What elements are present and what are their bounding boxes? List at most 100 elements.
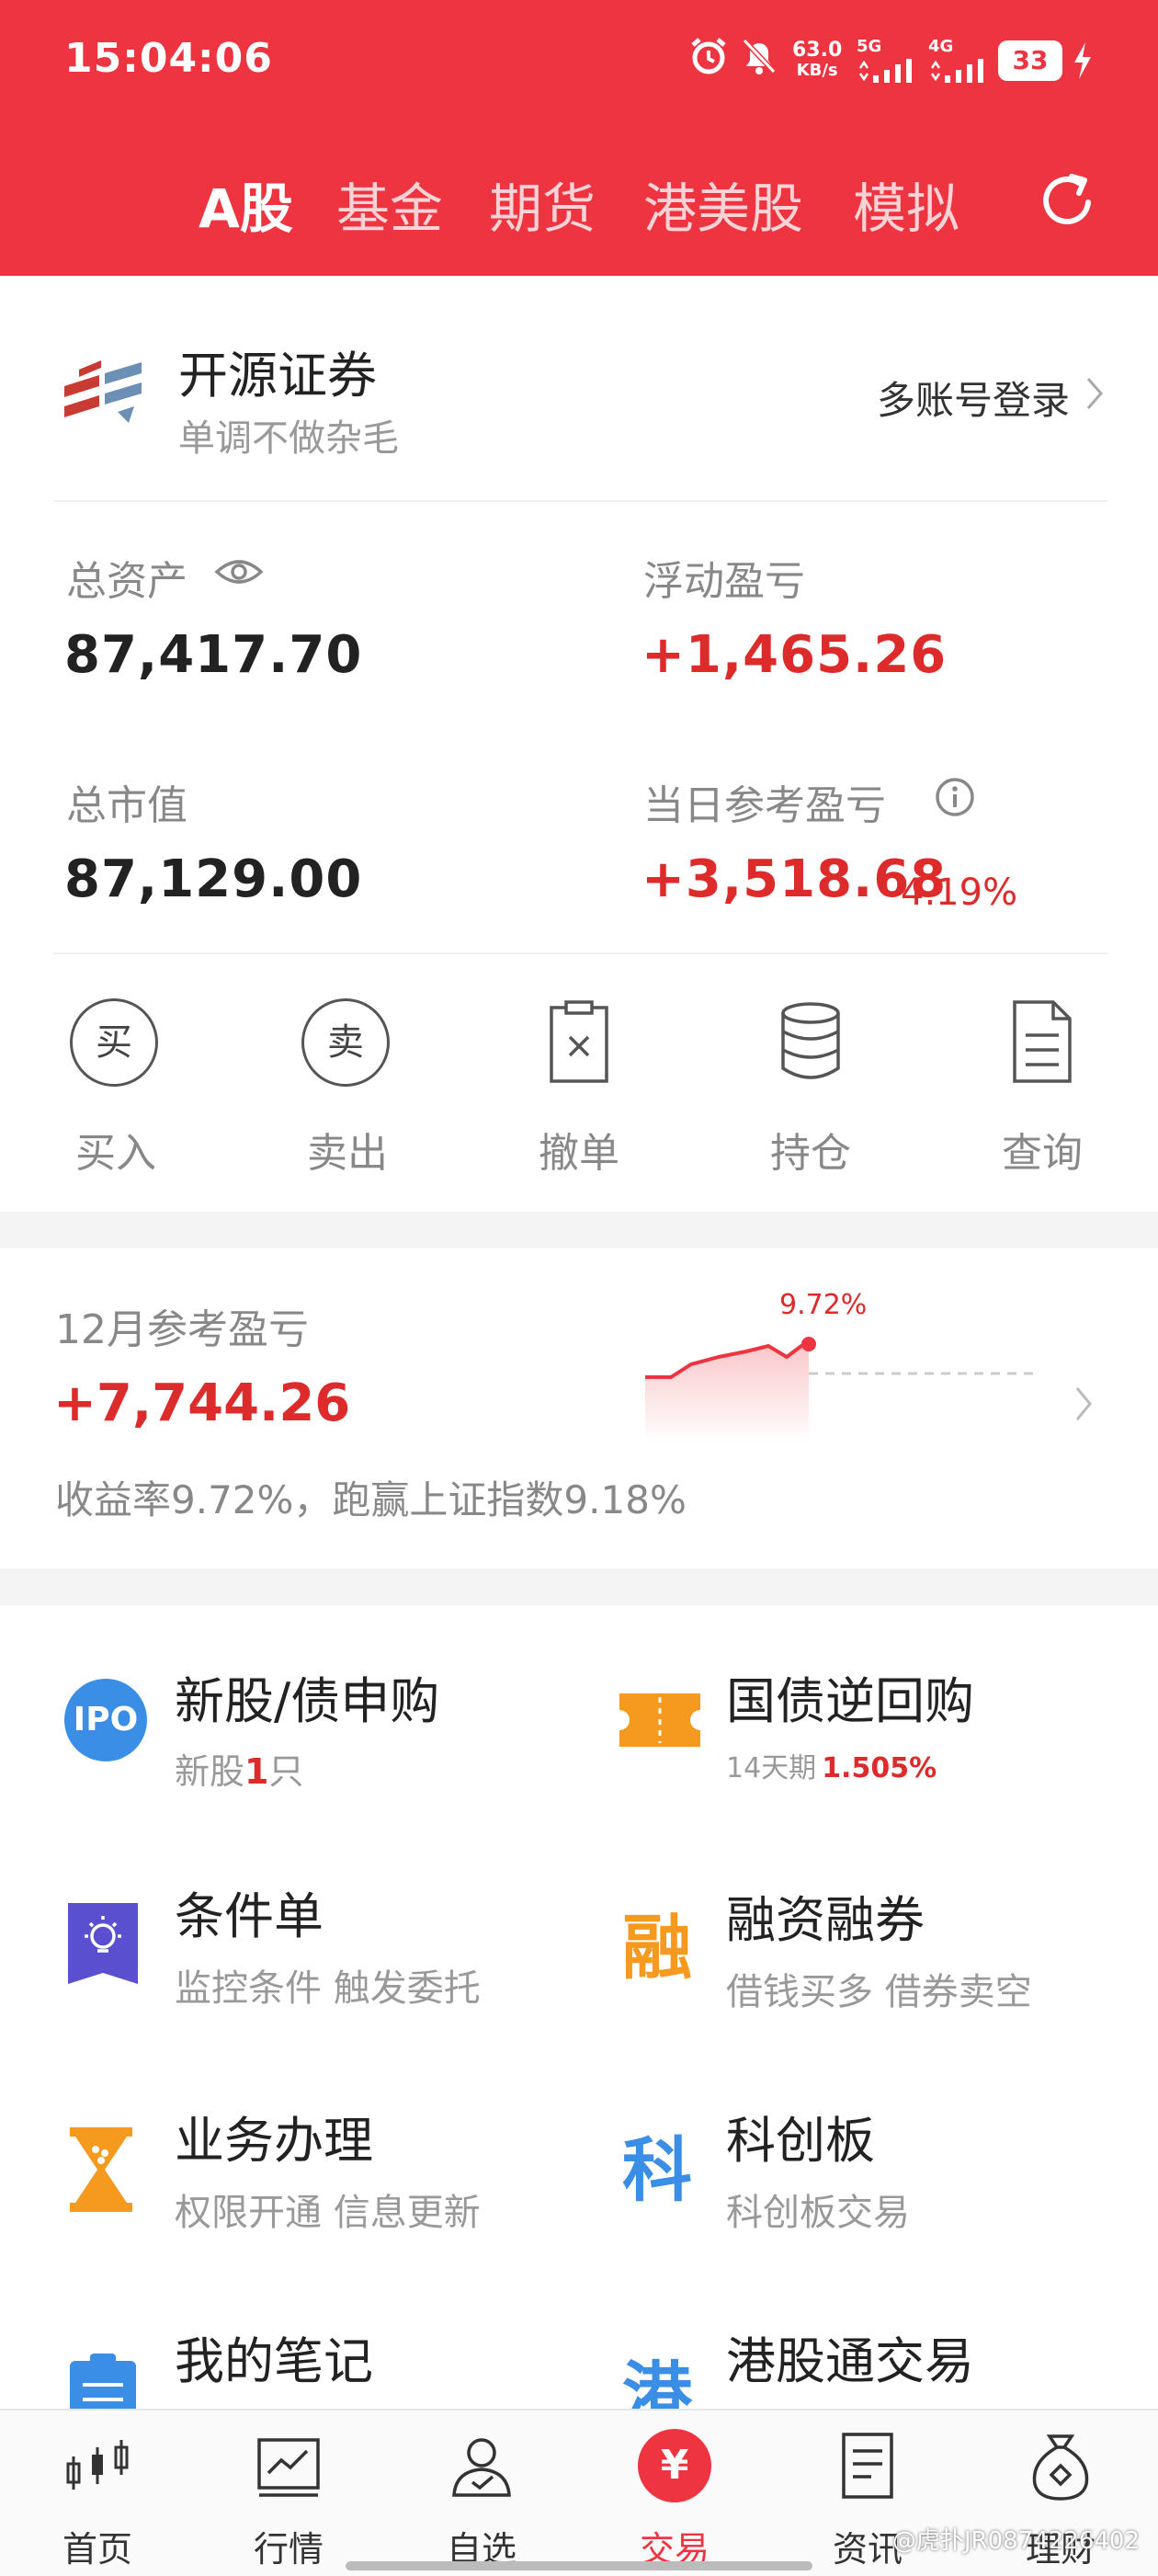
nav-trade[interactable]: ¥ 交易: [592, 2411, 757, 2574]
buy-icon: 买: [70, 998, 158, 1087]
broker-slogan: 单调不做杂毛: [178, 417, 399, 460]
trade-yen-icon: ¥: [638, 2429, 711, 2502]
divider: [53, 500, 1108, 502]
monthly-pnl-title: 12月参考盈亏: [55, 1306, 309, 1353]
home-indicator[interactable]: [346, 2561, 812, 2570]
hourglass-icon: [70, 2127, 132, 2212]
tab-a-shares[interactable]: A股: [199, 165, 293, 243]
eye-icon[interactable]: [213, 553, 265, 590]
signal-5g: 5G: [857, 37, 921, 85]
monthly-pnl-value: +7,744.26: [53, 1373, 351, 1433]
reverse-repo-subtitle: 14天期 1.505%: [726, 1745, 937, 1785]
signal-4g-label: 4G: [928, 37, 954, 56]
ipo-sub-prefix: 新股: [175, 1751, 245, 1792]
treasury-reverse-repo-item[interactable]: 国债逆回购 14天期 1.505%: [607, 1642, 1121, 1807]
conditional-order-title: 条件单: [175, 1887, 324, 1945]
monthly-return-desc: 收益率9.72%，跑赢上证指数9.18%: [55, 1477, 687, 1522]
nav-home[interactable]: 首页: [15, 2411, 180, 2574]
conditional-order-item[interactable]: 条件单 监控条件 触发委托: [55, 1866, 570, 2032]
positions-label: 持仓: [770, 1130, 851, 1177]
signal-5g-label: 5G: [857, 37, 882, 56]
positions-icon: [781, 1002, 840, 1079]
star-market-item[interactable]: 科 科创板 科创板交易: [607, 2092, 1121, 2258]
daily-pnl-label: 当日参考盈亏: [643, 782, 886, 829]
business-handling-title: 业务办理: [175, 2112, 373, 2170]
ipo-subscription-item[interactable]: IPO 新股/债申购 新股1只: [55, 1642, 570, 1807]
floating-pnl-label: 浮动盈亏: [643, 558, 805, 605]
mute-bell-icon: [742, 38, 777, 74]
network-speed: 63.0 KB/s: [792, 40, 842, 81]
hk-connect-icon: 港: [622, 2354, 692, 2409]
wealth-bag-icon: [1032, 2434, 1089, 2501]
reverse-repo-term: 14天期: [726, 1752, 817, 1784]
ipo-icon: IPO: [64, 1679, 147, 1761]
hk-connect-title: 港股通交易: [726, 2332, 974, 2390]
reverse-repo-rate: 1.505%: [822, 1752, 937, 1784]
notes-clipboard-icon: [70, 2354, 136, 2409]
cancel-order-label: 撤单: [539, 1130, 619, 1177]
total-assets-value: 87,417.70: [64, 625, 363, 685]
star-market-subtitle: 科创板交易: [726, 2192, 910, 2234]
monthly-pnl-card[interactable]: 12月参考盈亏 +7,744.26 收益率9.72%，跑赢上证指数9.18% 9…: [0, 1248, 1158, 1568]
tab-funds[interactable]: 基金: [336, 165, 443, 243]
reverse-repo-title: 国债逆回购: [726, 1672, 974, 1730]
market-value: 87,129.00: [64, 849, 363, 909]
star-market-title: 科创板: [726, 2112, 875, 2170]
tab-simulation[interactable]: 模拟: [853, 165, 959, 243]
sparkline-endpoint: [801, 1337, 816, 1351]
business-handling-item[interactable]: 业务办理 权限开通 信息更新: [55, 2092, 570, 2258]
network-speed-value: 63.0: [792, 39, 843, 62]
home-candles-icon: [66, 2440, 129, 2490]
ipo-subtitle: 新股1只: [175, 1743, 303, 1794]
cancel-order-icon: [550, 1000, 608, 1083]
multi-account-login-label: 多账号登录: [877, 378, 1071, 423]
buy-label: 买入: [75, 1130, 156, 1177]
star-market-icon: 科: [622, 2129, 692, 2211]
battery-level: 33: [998, 40, 1062, 81]
refresh-icon[interactable]: [1035, 169, 1099, 234]
broker-logo: [64, 360, 142, 423]
tab-futures[interactable]: 期货: [489, 165, 596, 243]
ipo-sub-suffix: 只: [268, 1751, 304, 1792]
daily-pnl-percent: 4.19%: [901, 872, 1018, 914]
business-handling-subtitle: 权限开通 信息更新: [175, 2192, 481, 2234]
margin-trading-subtitle: 借钱买多 借券卖空: [726, 1971, 1032, 2013]
my-notes-item[interactable]: 我的笔记: [55, 2317, 570, 2409]
network-speed-unit: KB/s: [796, 61, 838, 80]
total-assets-label: 总资产: [66, 558, 187, 605]
top-header: 15:04:06 63.0 KB/s 5G 4G 33 A股 基金 期货 港美股…: [0, 0, 1158, 276]
divider: [53, 952, 1108, 954]
tab-hk-us-stocks[interactable]: 港美股: [643, 165, 803, 243]
signal-bars-icon: [930, 59, 983, 83]
market-value-label: 总市值: [66, 782, 187, 829]
charging-bolt-icon: [1074, 42, 1091, 79]
sparkline-label: 9.72%: [779, 1289, 868, 1321]
margin-trading-title: 融资融券: [726, 1891, 925, 1949]
nav-watchlist[interactable]: 自选: [399, 2411, 564, 2574]
nav-home-label: 首页: [62, 2529, 132, 2570]
query-label: 查询: [1002, 1130, 1083, 1177]
sparkline-area: [645, 1344, 809, 1442]
my-notes-title: 我的笔记: [175, 2332, 373, 2390]
watchlist-person-icon: [452, 2438, 511, 2497]
chevron-right-icon: [1086, 378, 1103, 409]
watermark: @虎扑JR0874226402: [891, 2527, 1140, 2555]
query-icon: [1013, 1000, 1072, 1083]
status-time: 15:04:06: [64, 35, 273, 82]
ipo-count: 1: [244, 1751, 269, 1792]
signal-4g: 4G: [928, 37, 993, 85]
info-icon[interactable]: [934, 776, 976, 818]
conditional-order-subtitle: 监控条件 触发委托: [175, 1967, 481, 2010]
multi-account-login-button[interactable]: 多账号登录: [877, 370, 1116, 425]
nav-market[interactable]: 行情: [206, 2411, 371, 2574]
hk-connect-item[interactable]: 港 港股通交易: [607, 2317, 1121, 2409]
alarm-icon: [691, 38, 726, 74]
margin-trading-item[interactable]: 融 融资融券 借钱买多 借券卖空: [607, 1866, 1121, 2032]
floating-pnl-value: +1,465.26: [641, 625, 948, 685]
chevron-right-icon: [1075, 1387, 1092, 1420]
market-chart-icon: [257, 2438, 320, 2497]
ticket-icon: [619, 1693, 700, 1747]
ipo-title: 新股/债申购: [175, 1672, 440, 1730]
sell-icon: 卖: [301, 998, 390, 1087]
margin-trading-icon: 融: [622, 1907, 692, 1989]
